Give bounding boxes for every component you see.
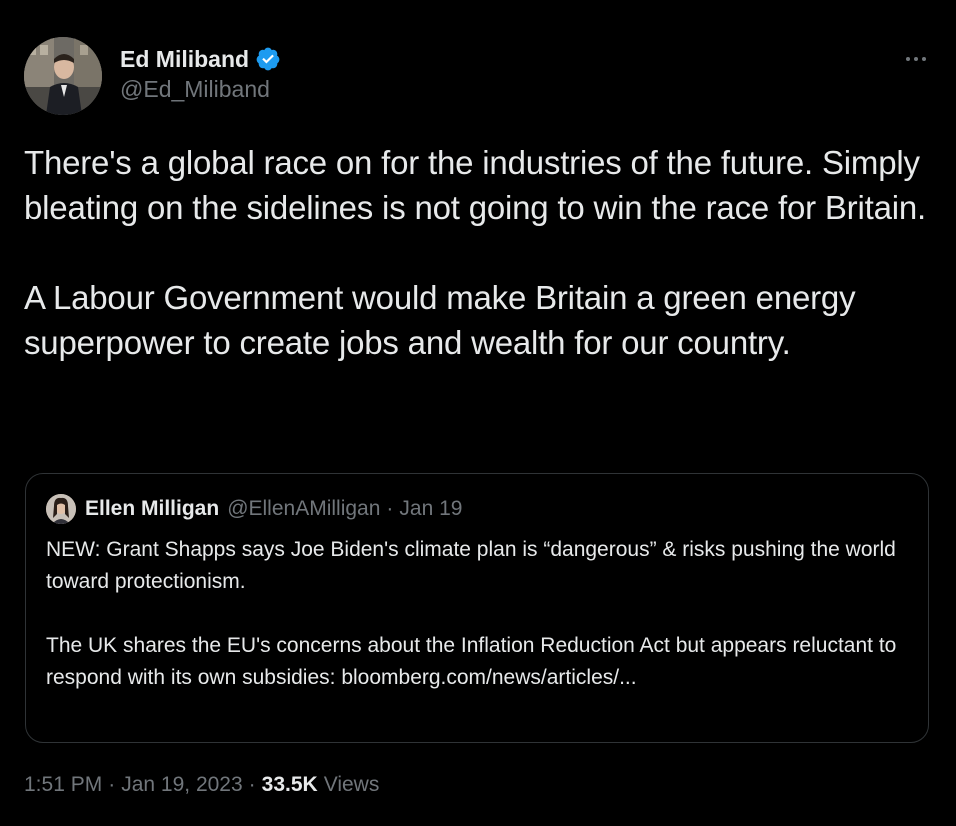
- tweet-text: There's a global race on for the industr…: [24, 140, 934, 365]
- author-handle[interactable]: @Ed_Miliband: [120, 76, 270, 103]
- quoted-tweet-header: Ellen Milligan @EllenAMilligan · Jan 19: [46, 494, 462, 524]
- quoted-author-handle: @EllenAMilligan: [227, 497, 381, 520]
- more-options-icon[interactable]: [896, 44, 936, 74]
- tweet-paragraph: A Labour Government would make Britain a…: [24, 279, 856, 361]
- tweet-paragraph: There's a global race on for the industr…: [24, 144, 926, 226]
- views-label: Views: [323, 773, 380, 796]
- quoted-tweet-text: NEW: Grant Shapps says Joe Biden's clima…: [46, 534, 906, 694]
- tweet-date[interactable]: Jan 19, 2023: [121, 773, 242, 797]
- quoted-tweet-card[interactable]: Ellen Milligan @EllenAMilligan · Jan 19 …: [25, 473, 929, 743]
- author-name-row: Ed Miliband: [120, 44, 281, 74]
- quoted-paragraph: The UK shares the EU's concerns about th…: [46, 634, 897, 689]
- quoted-separator: ·: [386, 497, 394, 520]
- quoted-author-name: Ellen Milligan: [85, 497, 220, 520]
- tweet-time[interactable]: 1:51 PM: [24, 773, 102, 797]
- tweet-meta: 1:51 PM · Jan 19, 2023 · 33.5K Views: [24, 770, 379, 800]
- author-avatar[interactable]: [24, 37, 102, 115]
- meta-separator: ·: [248, 773, 256, 796]
- quoted-author-avatar: [46, 494, 76, 524]
- quoted-paragraph: NEW: Grant Shapps says Joe Biden's clima…: [46, 538, 896, 593]
- quoted-date: Jan 19: [399, 497, 463, 520]
- views-count[interactable]: 33.5K: [262, 773, 318, 797]
- tweet: Ed Miliband @Ed_Miliband There's a globa…: [0, 0, 956, 826]
- author-display-name[interactable]: Ed Miliband: [120, 46, 249, 73]
- meta-separator: ·: [108, 773, 116, 796]
- verified-badge-icon: [255, 46, 281, 72]
